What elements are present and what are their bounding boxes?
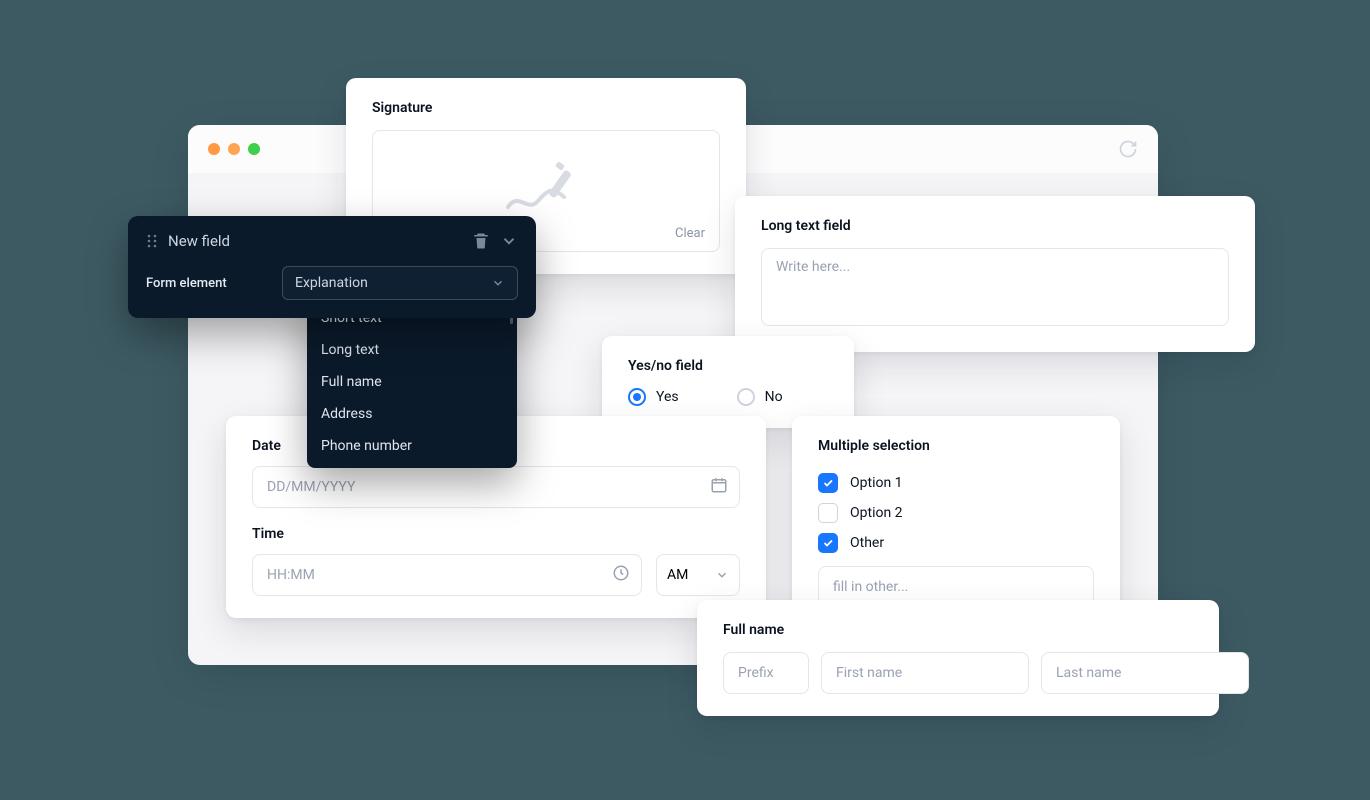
checkbox-other[interactable]: Other [818,528,1094,558]
date-input[interactable] [252,466,740,508]
signature-clear-button[interactable]: Clear [675,226,705,241]
prefix-input[interactable] [723,652,809,694]
radio-icon [628,388,646,406]
ampm-value: AM [667,567,688,583]
long-text-card: Long text field [735,196,1255,352]
radio-yes[interactable]: Yes [628,388,679,406]
checkbox-label: Option 2 [850,505,903,521]
long-text-title: Long text field [761,218,1229,234]
radio-yes-label: Yes [656,389,679,405]
chevron-down-icon[interactable] [500,232,518,250]
checkbox-label: Other [850,535,884,551]
multiple-selection-card: Multiple selection Option 1 Option 2 Oth… [792,416,1120,630]
yes-no-card: Yes/no field Yes No [602,336,854,428]
window-minimize-dot[interactable] [228,143,240,155]
yes-no-title: Yes/no field [628,358,828,374]
time-input[interactable] [252,554,642,596]
checkbox-icon [818,503,838,523]
ampm-select[interactable]: AM [656,554,740,596]
full-name-card: Full name [697,600,1219,716]
signature-title: Signature [372,100,720,116]
form-element-label: Form element [146,276,266,291]
window-maximize-dot[interactable] [248,143,260,155]
signature-scribble-icon [498,161,594,221]
time-label: Time [252,526,740,542]
radio-no-label: No [765,389,783,405]
multiple-selection-title: Multiple selection [818,438,1094,454]
dropdown-option[interactable]: Long text [307,334,517,366]
radio-icon [737,388,755,406]
drag-handle-icon[interactable] [146,234,158,248]
form-element-selected: Explanation [295,275,368,291]
form-element-select[interactable]: Explanation [282,266,518,300]
dropdown-option[interactable]: Address [307,398,517,430]
chevron-down-icon [715,568,729,582]
calendar-icon[interactable] [710,476,728,498]
dropdown-option[interactable]: Full name [307,366,517,398]
full-name-title: Full name [723,622,1193,638]
new-field-panel: New field Form element Explanation [128,216,536,318]
chevron-down-icon [491,276,505,290]
window-close-dot[interactable] [208,143,220,155]
checkbox-icon [818,533,838,553]
new-field-title: New field [168,232,462,250]
reload-icon[interactable] [1118,139,1138,159]
last-name-input[interactable] [1041,652,1249,694]
checkbox-option-1[interactable]: Option 1 [818,468,1094,498]
trash-icon[interactable] [472,232,490,250]
radio-no[interactable]: No [737,388,783,406]
form-element-dropdown: Short text Long text Full name Address P… [307,296,517,468]
long-text-input[interactable] [761,248,1229,326]
checkbox-label: Option 1 [850,475,903,491]
dropdown-option[interactable]: Phone number [307,430,517,462]
first-name-input[interactable] [821,652,1029,694]
checkbox-icon [818,473,838,493]
checkbox-option-2[interactable]: Option 2 [818,498,1094,528]
clock-icon[interactable] [612,564,630,586]
